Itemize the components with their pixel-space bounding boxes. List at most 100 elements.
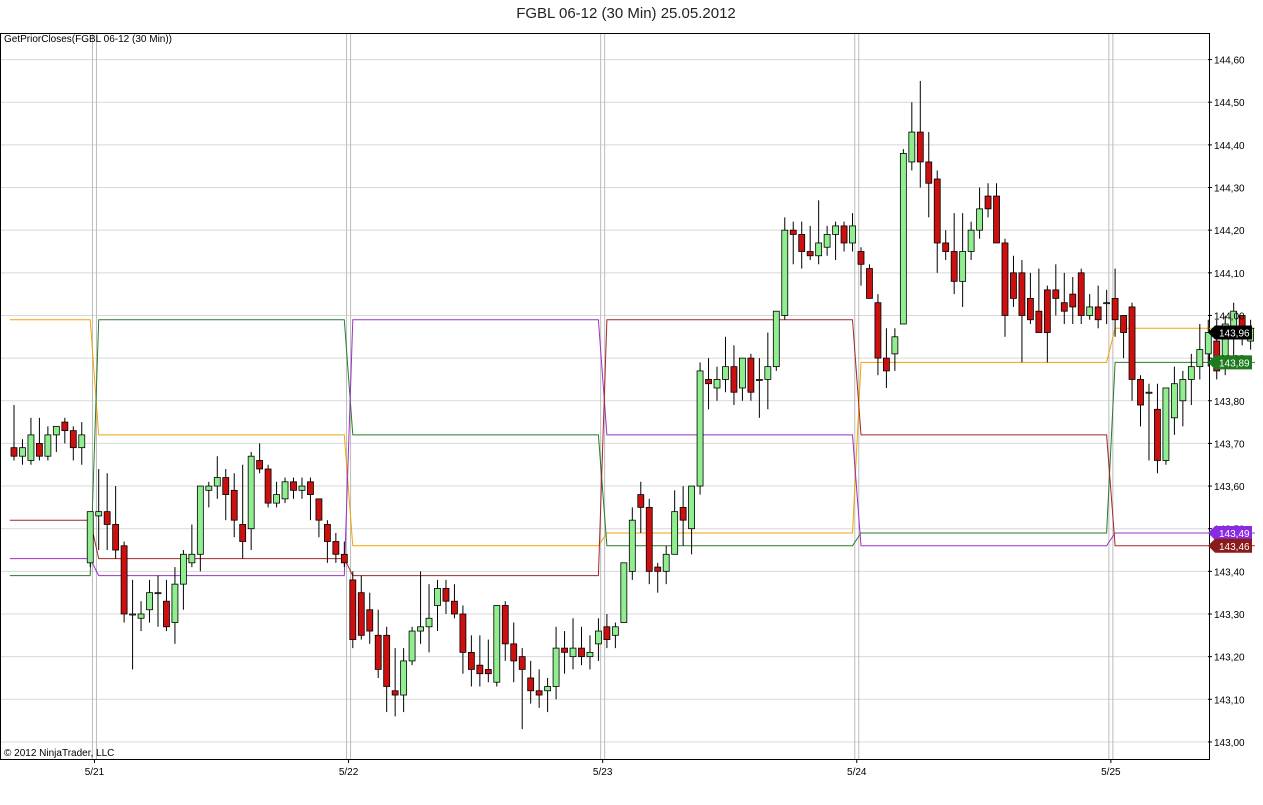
y-tick-label: 143,70 bbox=[1214, 439, 1245, 450]
candle-body bbox=[1179, 379, 1187, 402]
chart-title: FGBL 06-12 (30 Min) 25.05.2012 bbox=[516, 5, 736, 22]
copyright-label: © 2012 NinjaTrader, LLC bbox=[4, 748, 114, 759]
candle-body bbox=[442, 588, 450, 602]
y-tick-label: 144,50 bbox=[1214, 98, 1245, 109]
price-chart[interactable]: 143,00143,10143,20143,30143,40143,50143,… bbox=[0, 0, 1263, 805]
candle-body bbox=[628, 519, 636, 572]
candle-body bbox=[764, 366, 772, 380]
candle-body bbox=[290, 481, 297, 491]
candle-body bbox=[510, 643, 518, 662]
candle-body bbox=[1094, 306, 1102, 321]
candle-body bbox=[544, 686, 552, 692]
candle-body bbox=[459, 613, 467, 653]
candle-body bbox=[1035, 310, 1043, 333]
candle-body bbox=[620, 562, 628, 623]
x-tick-label: 5/24 bbox=[847, 767, 867, 778]
y-tick-label: 143,00 bbox=[1214, 738, 1245, 749]
candle-body bbox=[103, 511, 111, 525]
candle-down bbox=[1077, 268, 1085, 324]
candle-body bbox=[1196, 349, 1204, 368]
candle-body bbox=[933, 178, 941, 244]
candle-body bbox=[671, 511, 679, 555]
candle-body bbox=[52, 425, 60, 436]
candle-body bbox=[755, 379, 763, 381]
candle-body bbox=[425, 617, 433, 628]
candle-body bbox=[196, 485, 204, 555]
candle-body bbox=[1187, 366, 1195, 380]
candle-body bbox=[1145, 391, 1153, 394]
candle-down bbox=[264, 464, 272, 508]
candle-body bbox=[239, 524, 247, 542]
candle-body bbox=[662, 553, 670, 572]
candle-body bbox=[883, 357, 890, 372]
candle-body bbox=[866, 268, 873, 299]
candle-body bbox=[146, 592, 153, 611]
candle-body bbox=[1001, 242, 1009, 316]
candle-body bbox=[849, 225, 856, 244]
candle-body bbox=[484, 669, 492, 675]
candle-body bbox=[451, 600, 458, 615]
candle-body bbox=[493, 605, 501, 683]
candle-body bbox=[705, 379, 712, 385]
candle-body bbox=[10, 447, 18, 457]
candle-body bbox=[95, 511, 103, 517]
candle-body bbox=[307, 481, 314, 495]
y-tick-label: 143,30 bbox=[1214, 610, 1245, 621]
candle-body bbox=[476, 664, 484, 675]
candle-body bbox=[273, 494, 280, 504]
candle-body bbox=[1162, 387, 1170, 461]
candle-body bbox=[467, 651, 475, 670]
y-tick-label: 144,10 bbox=[1214, 269, 1245, 280]
candle-body bbox=[1111, 298, 1119, 321]
y-tick-label: 144,30 bbox=[1214, 184, 1245, 195]
candle-up bbox=[620, 562, 628, 623]
y-tick-label: 143,60 bbox=[1214, 482, 1245, 493]
candle-body bbox=[611, 626, 619, 636]
candle-body bbox=[315, 498, 323, 521]
indicator-label: GetPriorCloses(FGBL 06-12 (30 Min)) bbox=[4, 34, 172, 45]
candle-body bbox=[789, 229, 797, 235]
candle-body bbox=[417, 626, 424, 632]
candle-body bbox=[366, 609, 374, 632]
price-flag-label: 143,96 bbox=[1219, 329, 1250, 340]
candle-body bbox=[535, 690, 543, 696]
candle-up bbox=[696, 362, 704, 495]
candle-body bbox=[36, 443, 43, 457]
candle-body bbox=[747, 357, 755, 393]
y-tick-label: 143,40 bbox=[1214, 567, 1245, 578]
candle-body bbox=[188, 553, 196, 564]
candle-body bbox=[959, 251, 967, 282]
candle-down bbox=[120, 541, 128, 623]
chart-background bbox=[0, 0, 1263, 805]
chart-root: 143,00143,10143,20143,30143,40143,50143,… bbox=[0, 0, 1263, 805]
candle-body bbox=[120, 545, 128, 615]
candle-body bbox=[349, 579, 357, 640]
candle-body bbox=[993, 195, 1000, 244]
candle-body bbox=[603, 626, 611, 640]
candle-up bbox=[493, 605, 501, 687]
candle-body bbox=[1128, 306, 1136, 380]
candle-body bbox=[798, 234, 806, 252]
candle-body bbox=[1043, 289, 1051, 333]
candle-body bbox=[823, 234, 831, 248]
price-flag-label: 143,46 bbox=[1219, 542, 1250, 553]
y-tick-label: 143,10 bbox=[1214, 695, 1245, 706]
candle-body bbox=[112, 524, 120, 551]
candle-body bbox=[713, 379, 721, 389]
candle-body bbox=[586, 651, 594, 658]
candle-body bbox=[247, 455, 255, 530]
candle-body bbox=[815, 242, 823, 257]
candle-down bbox=[349, 571, 357, 649]
candle-body bbox=[434, 588, 441, 606]
candle-body bbox=[205, 485, 213, 491]
candle-body bbox=[400, 660, 408, 696]
candle-body bbox=[1069, 293, 1077, 308]
candle-body bbox=[899, 153, 907, 325]
candle-body bbox=[645, 506, 653, 572]
candle-body bbox=[840, 225, 848, 244]
candle-body bbox=[213, 477, 221, 487]
candle-body bbox=[967, 229, 975, 252]
x-tick-label: 5/22 bbox=[339, 767, 359, 778]
candle-body bbox=[561, 647, 568, 653]
candle-body bbox=[688, 485, 695, 530]
